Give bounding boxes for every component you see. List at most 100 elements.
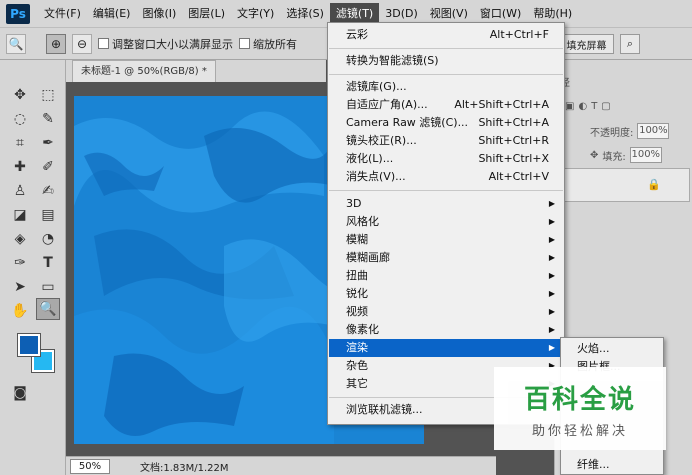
menu-separator [329, 74, 563, 75]
eraser-tool-icon[interactable]: ◪ [8, 204, 32, 226]
menu-item-liquify[interactable]: 液化(L)... Shift+Ctrl+X [329, 150, 563, 168]
menu-edit[interactable]: 编辑(E) [87, 3, 137, 25]
submenu-arrow-icon: ▶ [548, 325, 555, 334]
menu-item-video[interactable]: 视频 ▶ [329, 303, 563, 321]
image-filter-icon[interactable]: ▣ [565, 101, 574, 112]
menu-item-label: 锐化 [346, 287, 368, 300]
menu-item-distort[interactable]: 扭曲 ▶ [329, 267, 563, 285]
tools-panel: ✥ ⬚ ◌ ✎ ⌗ ✒ ✚ ✐ ♙ ✍ ◪ ▤ ◈ ◔ ✑ T ➤ ▭ ✋ 🔍 … [0, 60, 66, 475]
menu-item-label: 转换为智能滤镜(S) [346, 54, 439, 67]
path-select-tool-icon[interactable]: ➤ [8, 276, 32, 298]
document-tab[interactable]: 未标题-1 @ 50%(RGB/8) * [72, 60, 216, 82]
menu-item-adaptive-wide-angle[interactable]: 自适应广角(A)... Alt+Shift+Ctrl+A [329, 96, 563, 114]
type-filter-icon[interactable]: T [591, 101, 597, 112]
eyedropper-tool-icon[interactable]: ✒ [36, 132, 60, 154]
menu-item-blur-gallery[interactable]: 模糊画廊 ▶ [329, 249, 563, 267]
submenu-item-fibers[interactable]: 纤维... [577, 456, 610, 474]
menu-item-label: 消失点(V)... [346, 170, 406, 183]
menu-item-filter-gallery[interactable]: 滤镜库(G)... [329, 78, 563, 96]
menu-item-vanishing-point[interactable]: 消失点(V)... Alt+Ctrl+V [329, 168, 563, 186]
layer-row[interactable]: 🔒 [560, 168, 690, 202]
menu-item-label: 杂色 [346, 359, 368, 372]
stamp-tool-icon[interactable]: ♙ [8, 180, 32, 202]
watermark-subtitle: 助你轻松解决 [531, 423, 628, 439]
search-icon[interactable]: ⌕ [620, 34, 640, 54]
brush-tool-icon[interactable]: ✐ [36, 156, 60, 178]
menu-item-label: 模糊画廊 [346, 251, 390, 264]
status-bar: 50% 文档:1.83M/1.22M [66, 456, 496, 475]
menu-separator [329, 190, 563, 191]
rectangle-tool-icon[interactable]: ▭ [36, 276, 60, 298]
menu-item-shortcut: Alt+Ctrl+V [488, 170, 549, 183]
document-tab-bar: 未标题-1 @ 50%(RGB/8) * [66, 60, 326, 82]
menu-item-3d[interactable]: 3D ▶ [329, 195, 563, 213]
menu-item-shortcut: Shift+Ctrl+A [478, 116, 549, 129]
opacity-field[interactable]: 100% [637, 123, 670, 139]
blur-tool-icon[interactable]: ◈ [8, 228, 32, 250]
menu-item-stylize[interactable]: 风格化 ▶ [329, 213, 563, 231]
submenu-arrow-icon: ▶ [548, 199, 555, 208]
menu-item-label: 视频 [346, 305, 368, 318]
submenu-arrow-icon: ▶ [548, 307, 555, 316]
zoom-in-icon[interactable]: ⊕ [46, 33, 66, 54]
menu-item-clouds[interactable]: 云彩 Alt+Ctrl+F [329, 26, 563, 44]
menu-item-camera-raw[interactable]: Camera Raw 滤镜(C)... Shift+Ctrl+A [329, 114, 563, 132]
resize-windows-checkbox[interactable]: 调整窗口大小以满屏显示 [98, 36, 233, 52]
more-tools-icon[interactable] [8, 314, 32, 336]
zoom-tool-preset-icon[interactable]: 🔍 [6, 33, 26, 54]
menu-item-lens-correction[interactable]: 镜头校正(R)... Shift+Ctrl+R [329, 132, 563, 150]
dodge-tool-icon[interactable]: ◔ [36, 228, 60, 250]
zoom-level-field[interactable]: 50% [70, 458, 110, 474]
menu-item-label: 3D [346, 197, 362, 210]
zoom-all-label: 缩放所有 [253, 37, 297, 51]
fill-field[interactable]: 100% [629, 147, 662, 163]
menu-type[interactable]: 文字(Y) [231, 3, 280, 25]
submenu-item-flame[interactable]: 火焰... [577, 340, 610, 358]
menu-select[interactable]: 选择(S) [280, 3, 330, 25]
lock-icons[interactable]: ✥ [590, 150, 598, 161]
menu-image[interactable]: 图像(I) [136, 3, 182, 25]
menu-separator [329, 48, 563, 49]
adjustment-filter-icon[interactable]: ◐ [578, 101, 587, 112]
menu-item-label: 浏览联机滤镜... [346, 403, 423, 416]
fill-screen-button[interactable]: 填充屏幕 [559, 34, 614, 54]
submenu-arrow-icon: ▶ [548, 217, 555, 226]
menu-item-shortcut: Alt+Ctrl+F [489, 28, 549, 41]
menu-item-shortcut: Shift+Ctrl+X [478, 152, 549, 165]
layer-filter-icons: ▣ ◐ T ▢ [565, 95, 692, 117]
watermark: 百科全说 助你轻松解决 [494, 367, 666, 450]
quick-select-tool-icon[interactable]: ✎ [36, 108, 60, 130]
menu-item-smart-filter[interactable]: 转换为智能滤镜(S) [329, 52, 563, 70]
gradient-tool-icon[interactable]: ▤ [36, 204, 60, 226]
zoom-tool-icon[interactable]: 🔍 [36, 298, 60, 320]
menu-item-blur[interactable]: 模糊 ▶ [329, 231, 563, 249]
lasso-tool-icon[interactable]: ◌ [8, 108, 32, 130]
menu-item-pixelate[interactable]: 像素化 ▶ [329, 321, 563, 339]
menu-layer[interactable]: 图层(L) [182, 3, 231, 25]
document-info[interactable]: 文档:1.83M/1.22M [140, 459, 229, 474]
menu-file[interactable]: 文件(F) [38, 3, 87, 25]
quick-mask-icon[interactable]: ◙ [8, 382, 32, 404]
menu-item-sharpen[interactable]: 锐化 ▶ [329, 285, 563, 303]
checkbox-box[interactable] [239, 38, 250, 49]
menu-item-label: 风格化 [346, 215, 379, 228]
move-tool-icon[interactable]: ✥ [8, 84, 32, 106]
fill-row: ✥ 填充: 100% [590, 144, 692, 166]
shape-filter-icon[interactable]: ▢ [601, 101, 610, 112]
marquee-tool-icon[interactable]: ⬚ [36, 84, 60, 106]
type-tool-icon[interactable]: T [36, 252, 60, 274]
menu-item-render[interactable]: 渲染 ▶ [329, 339, 563, 357]
submenu-arrow-icon: ▶ [548, 235, 555, 244]
foreground-color-swatch[interactable] [17, 333, 41, 357]
pen-tool-icon[interactable]: ✑ [8, 252, 32, 274]
menu-item-shortcut: Alt+Shift+Ctrl+A [454, 98, 549, 111]
healing-brush-icon[interactable]: ✚ [8, 156, 32, 178]
menu-item-label: 模糊 [346, 233, 368, 246]
zoom-out-icon[interactable]: ⊖ [72, 33, 92, 54]
history-brush-icon[interactable]: ✍ [36, 180, 60, 202]
submenu-arrow-icon: ▶ [548, 271, 555, 280]
zoom-all-checkbox[interactable]: 缩放所有 [239, 36, 297, 52]
menu-item-label: 其它 [346, 377, 368, 390]
checkbox-box[interactable] [98, 38, 109, 49]
crop-tool-icon[interactable]: ⌗ [8, 132, 32, 154]
